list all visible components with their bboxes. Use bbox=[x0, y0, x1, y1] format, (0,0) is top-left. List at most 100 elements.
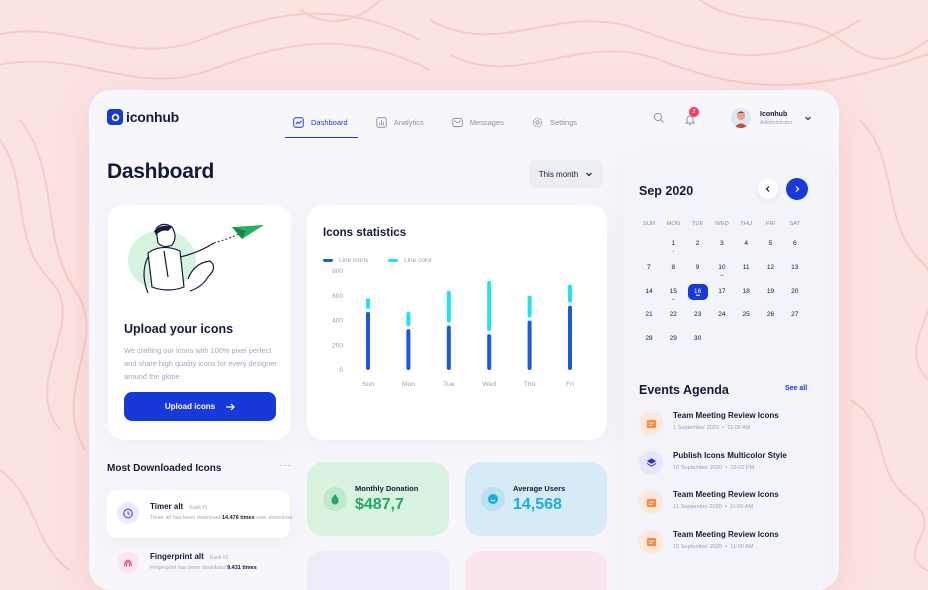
calendar-day[interactable]: 7 bbox=[639, 260, 659, 276]
calendar-day[interactable]: 28 bbox=[639, 331, 659, 347]
weekday-label: SUN bbox=[642, 221, 656, 227]
more-options-icon[interactable]: ··· bbox=[279, 460, 292, 471]
bar-line-icons bbox=[446, 325, 451, 370]
notification-button[interactable]: 2 bbox=[683, 107, 699, 126]
bar-line-color bbox=[568, 284, 572, 303]
agenda-event[interactable]: Team Meeting Review Icons 15 September 20… bbox=[639, 529, 779, 554]
nav-dashboard[interactable]: Dashboard bbox=[285, 110, 358, 138]
chevron-down-icon bbox=[586, 172, 593, 177]
calendar-icon bbox=[639, 411, 663, 435]
nav-settings[interactable]: Settings bbox=[532, 110, 577, 134]
calendar-day[interactable]: 14 bbox=[639, 284, 659, 300]
period-dropdown[interactable]: This month bbox=[529, 160, 603, 188]
download-item-name: Fingerprint alt Rank #2 bbox=[150, 552, 229, 561]
agenda-event[interactable]: Publish Icons Multicolor Style 10 Septemb… bbox=[639, 450, 787, 475]
event-meta: 11 September 2020 • 11:00 AM bbox=[673, 504, 754, 510]
weekday-label: MON bbox=[666, 221, 681, 227]
nav-analytics[interactable]: Analytics bbox=[375, 110, 424, 134]
calendar-day[interactable]: 15 •• bbox=[663, 284, 683, 303]
calendar-day[interactable]: 6 bbox=[785, 236, 805, 252]
download-item-name: Timer alt Rank #1 bbox=[150, 502, 208, 511]
y-tick-label: 600 bbox=[332, 293, 343, 300]
calendar-day[interactable]: 20 bbox=[785, 284, 805, 300]
calendar-day[interactable]: 3 bbox=[712, 236, 732, 252]
user-role: Administrator bbox=[760, 119, 793, 126]
nav-messages[interactable]: Messages bbox=[451, 110, 504, 134]
agenda-event[interactable]: Team Meeting Review Icons 11 September 20… bbox=[639, 490, 779, 514]
download-item-card[interactable]: Timer alt Rank #1 Timer alt has been down… bbox=[107, 490, 292, 538]
calendar-day[interactable]: 30 bbox=[688, 331, 708, 347]
calendar-day[interactable]: 25 bbox=[736, 307, 756, 323]
event-text: Team Meeting Review Icons 1 September 202… bbox=[673, 411, 779, 435]
x-tick-label: Mon bbox=[402, 381, 415, 388]
upload-icons-button[interactable]: Upload icons bbox=[124, 392, 276, 421]
bar-line-icons bbox=[568, 305, 572, 370]
brand-logo[interactable]: iconhub bbox=[107, 109, 179, 125]
y-tick-label: 400 bbox=[332, 318, 343, 325]
bar-chart-icon bbox=[375, 116, 387, 128]
event-date: 1 September 2020 bbox=[673, 425, 720, 431]
upload-card: Upload your icons We crafting our icons … bbox=[108, 205, 291, 440]
calendar-day[interactable]: 19 bbox=[761, 284, 781, 300]
calendar-day[interactable]: 24 bbox=[712, 307, 732, 323]
event-date: 11 September 2020 bbox=[673, 504, 722, 510]
calendar-day[interactable]: 22 bbox=[663, 307, 683, 323]
upload-button-label: Upload icons bbox=[164, 402, 216, 411]
event-time: 11:00 AM bbox=[729, 504, 754, 510]
user-menu[interactable]: Iconhub Administrator bbox=[731, 108, 812, 128]
nav-label: Settings bbox=[549, 117, 578, 127]
calendar-day[interactable]: 5 bbox=[761, 236, 781, 252]
upload-title: Upload your icons bbox=[124, 322, 234, 336]
search-icon[interactable] bbox=[653, 112, 665, 124]
period-label: This month bbox=[538, 169, 579, 179]
calendar-day[interactable]: 4 bbox=[736, 236, 756, 252]
agenda-event[interactable]: Team Meeting Review Icons 1 September 202… bbox=[639, 411, 779, 435]
download-item-rank: Rank #2 bbox=[209, 555, 229, 561]
calendar-day[interactable]: 9 bbox=[688, 260, 708, 276]
event-dots: ••• bbox=[720, 272, 724, 279]
calendar-day-today[interactable]: 16 ••• bbox=[687, 283, 708, 300]
calendar-day[interactable]: 21 bbox=[639, 307, 659, 323]
calendar-day[interactable]: 10 ••• bbox=[712, 260, 732, 279]
calendar-prev-button[interactable] bbox=[758, 179, 778, 199]
weekday-label: FRI bbox=[765, 221, 776, 227]
event-dots: ••• bbox=[695, 292, 700, 299]
weekday-label: THU bbox=[740, 221, 753, 227]
download-item-rank: Rank #1 bbox=[189, 505, 208, 511]
calendar-next-button[interactable] bbox=[786, 178, 808, 200]
brand-name: iconhub bbox=[126, 109, 180, 125]
y-tick-label: 0 bbox=[339, 367, 343, 374]
layers-icon bbox=[639, 450, 663, 475]
calendar-day[interactable]: 26 bbox=[761, 307, 781, 323]
dashboard-window: iconhub Dashboard Analytics Messages Set… bbox=[89, 90, 839, 590]
calendar-day[interactable]: 12 bbox=[761, 260, 781, 276]
timer-icon bbox=[117, 502, 139, 524]
calendar-day[interactable]: 17 bbox=[712, 284, 732, 300]
event-title: Team Meeting Review Icons bbox=[673, 411, 779, 420]
weekday-label: SAT bbox=[789, 221, 801, 227]
event-time: 13:00 PM bbox=[730, 464, 755, 471]
calendar-day[interactable]: 27 bbox=[785, 307, 805, 323]
event-meta: 1 September 2020 • 11:00 AM bbox=[673, 425, 751, 431]
bar-line-icons bbox=[487, 334, 492, 370]
x-tick-label: Sun bbox=[362, 381, 374, 388]
user-name: Iconhub bbox=[760, 110, 788, 118]
see-all-link[interactable]: See all bbox=[785, 385, 807, 392]
icons-statistics-card: Icons statistics Line icons Line color 0… bbox=[307, 205, 607, 440]
calendar-day[interactable]: 2 bbox=[688, 236, 708, 252]
avatar bbox=[731, 108, 751, 128]
calendar-day[interactable]: 13 bbox=[785, 260, 805, 276]
calendar-day[interactable]: 1 • bbox=[663, 236, 683, 255]
calendar-day[interactable]: 29 bbox=[663, 331, 683, 347]
avg-users-label: Average Users bbox=[513, 484, 566, 493]
event-time: 11:00 AM bbox=[727, 425, 751, 431]
average-users-card: Average Users 14,568 bbox=[465, 462, 607, 536]
calendar-day[interactable]: 18 bbox=[736, 284, 756, 300]
chart-line-icon bbox=[293, 116, 304, 128]
calendar-day[interactable]: 11 bbox=[736, 260, 756, 276]
calendar-day[interactable]: 8 bbox=[663, 260, 683, 276]
bar-line-color bbox=[487, 280, 492, 332]
page-title: Dashboard bbox=[107, 160, 214, 183]
bar-line-color bbox=[366, 298, 370, 309]
calendar-day[interactable]: 23 bbox=[688, 307, 708, 323]
